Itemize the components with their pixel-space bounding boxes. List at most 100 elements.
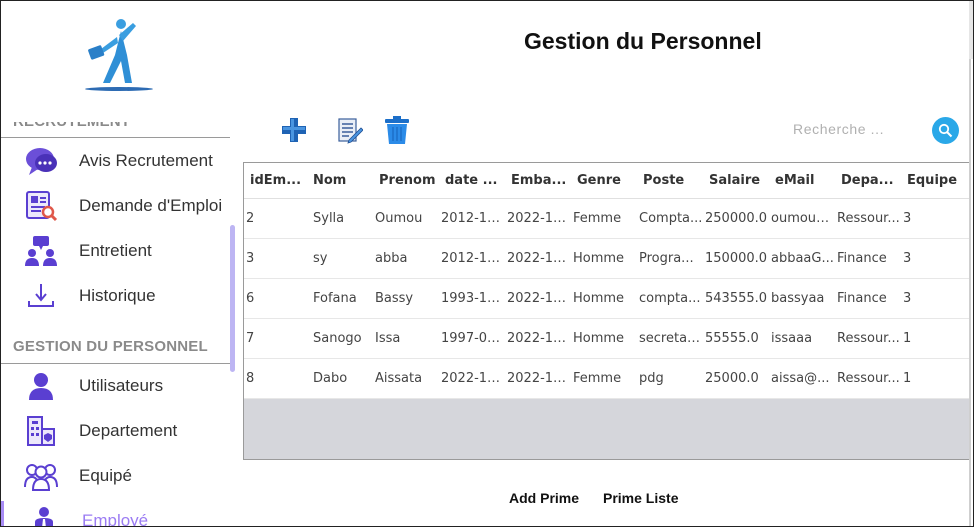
sidebar-item-employe[interactable]: Employé [1,501,236,527]
table-cell: Finance [835,238,901,279]
team-icon [23,460,59,492]
building-icon [23,415,59,447]
sidebar-item-label: Avis Recrutement [79,151,213,170]
column-header[interactable]: Poste [637,163,703,199]
table-cell: Ressour... [835,318,901,359]
interview-icon [23,235,59,267]
add-prime-button[interactable]: Add Prime [509,490,579,506]
table-cell: abba [373,238,439,279]
table-cell: 2022-12... [505,198,571,239]
table-cell: Femme [571,198,637,239]
table-cell: Finance [835,278,901,319]
table-cell: 3 [901,278,970,319]
column-header[interactable]: Equipe [901,163,970,199]
sidebar-item-utilisateurs[interactable]: Utilisateurs [1,366,233,406]
plus-icon [282,118,306,142]
table-cell: 2022-12... [505,278,571,319]
employee-table[interactable]: idEm... Nom Prenom date ... Emba... Genr… [243,162,971,460]
table-cell: Fofana [307,278,373,319]
table-cell: Progra... [637,238,703,279]
chat-bubbles-icon [23,145,59,177]
sidebar-scrollbar[interactable] [230,225,235,372]
column-header[interactable]: eMail [769,163,835,199]
column-header[interactable]: Emba... [505,163,571,199]
sidebar-item-label: Departement [79,421,178,440]
table-cell: aissa@... [769,358,835,399]
column-header[interactable]: Genre [571,163,637,199]
trash-icon [385,116,409,144]
table-cell: 1997-06... [439,318,505,359]
search-button[interactable] [932,117,959,144]
table-cell: 55555.0 [703,318,769,359]
table-cell: 2012-12... [439,198,505,239]
resume-search-icon [23,190,59,222]
table-cell: 3 [901,198,970,239]
table-cell: 1 [901,358,970,399]
table-cell: 2022-12... [505,238,571,279]
table-row[interactable]: 6 Fofana Bassy 1993-12... 2022-12... Hom… [244,278,970,319]
employee-icon [26,505,62,526]
table-row[interactable]: 8 Dabo Aissata 2022-12... 2022-12... Fem… [244,358,970,399]
sidebar-item-equipe[interactable]: Equipé [1,456,233,496]
table-cell: secretaire [637,318,703,359]
column-header[interactable]: Prenom [373,163,439,199]
table-cell: 6 [244,278,307,319]
table-cell: sy [307,238,373,279]
table-cell: Dabo [307,358,373,399]
section-divider [1,363,230,364]
sidebar-item-departement[interactable]: Departement [1,411,233,451]
logo-icon [85,19,153,91]
download-tray-icon [23,280,59,312]
edit-button[interactable] [333,114,365,146]
table-cell: issaaa [769,318,835,359]
app-window: RECRUTEMENT Avis Recrutement Demande [0,0,974,527]
column-header[interactable]: Salaire [703,163,769,199]
column-header[interactable]: Nom [307,163,373,199]
add-button[interactable] [278,114,310,146]
section-header-gestion-personnel: GESTION DU PERSONNEL [13,338,208,355]
table-cell: Sylla [307,198,373,239]
table-row[interactable]: 3 sy abba 2012-12... 2022-12... Homme Pr… [244,238,970,279]
table-cell: 8 [244,358,307,399]
prime-liste-button[interactable]: Prime Liste [603,490,678,506]
search-icon [938,123,953,138]
column-header[interactable]: Depa... [835,163,901,199]
section-header-mask [1,101,231,122]
table-cell: 3 [901,238,970,279]
table-cell: 150000.0 [703,238,769,279]
sidebar-item-label: Demande d'Emploi [79,196,223,215]
table-row[interactable]: 7 Sanogo Issa 1997-06... 2022-12... Homm… [244,318,970,359]
user-icon [23,370,59,402]
table-cell: 2 [244,198,307,239]
sidebar-item-label: Equipé [79,466,132,485]
window-edge [969,1,973,526]
table-cell: 543555.0 [703,278,769,319]
table-cell: 7 [244,318,307,359]
column-header[interactable]: idEm... [244,163,307,199]
table-header-row: idEm... Nom Prenom date ... Emba... Genr… [244,163,970,199]
search-input[interactable] [791,117,927,141]
sidebar-item-label: Employé [82,511,149,527]
sidebar-item-label: Utilisateurs [79,376,164,395]
table-cell: pdg [637,358,703,399]
sidebar-item-demande-emploi[interactable]: Demande d'Emploi [1,186,233,226]
column-header[interactable]: date ... [439,163,505,199]
table-cell: 3 [244,238,307,279]
table-cell: 2012-12... [439,238,505,279]
table-cell: Homme [571,238,637,279]
table-cell: Ressour... [835,358,901,399]
table-cell: 25000.0 [703,358,769,399]
table-cell: 1993-12... [439,278,505,319]
table-cell: 2022-12... [505,318,571,359]
table-row[interactable]: 2 Sylla Oumou 2012-12... 2022-12... Femm… [244,198,970,239]
table-cell: Oumou [373,198,439,239]
table-cell: abbaaG... [769,238,835,279]
delete-button[interactable] [381,114,413,146]
sidebar-item-label: Historique [79,286,156,305]
sidebar-item-entretient[interactable]: Entretient [1,231,233,271]
sidebar-item-historique[interactable]: Historique [1,276,233,316]
sidebar-item-avis-recrutement[interactable]: Avis Recrutement [1,141,233,181]
page-title: Gestion du Personnel [524,28,762,54]
table-cell: bassyaa [769,278,835,319]
table-cell: Femme [571,358,637,399]
